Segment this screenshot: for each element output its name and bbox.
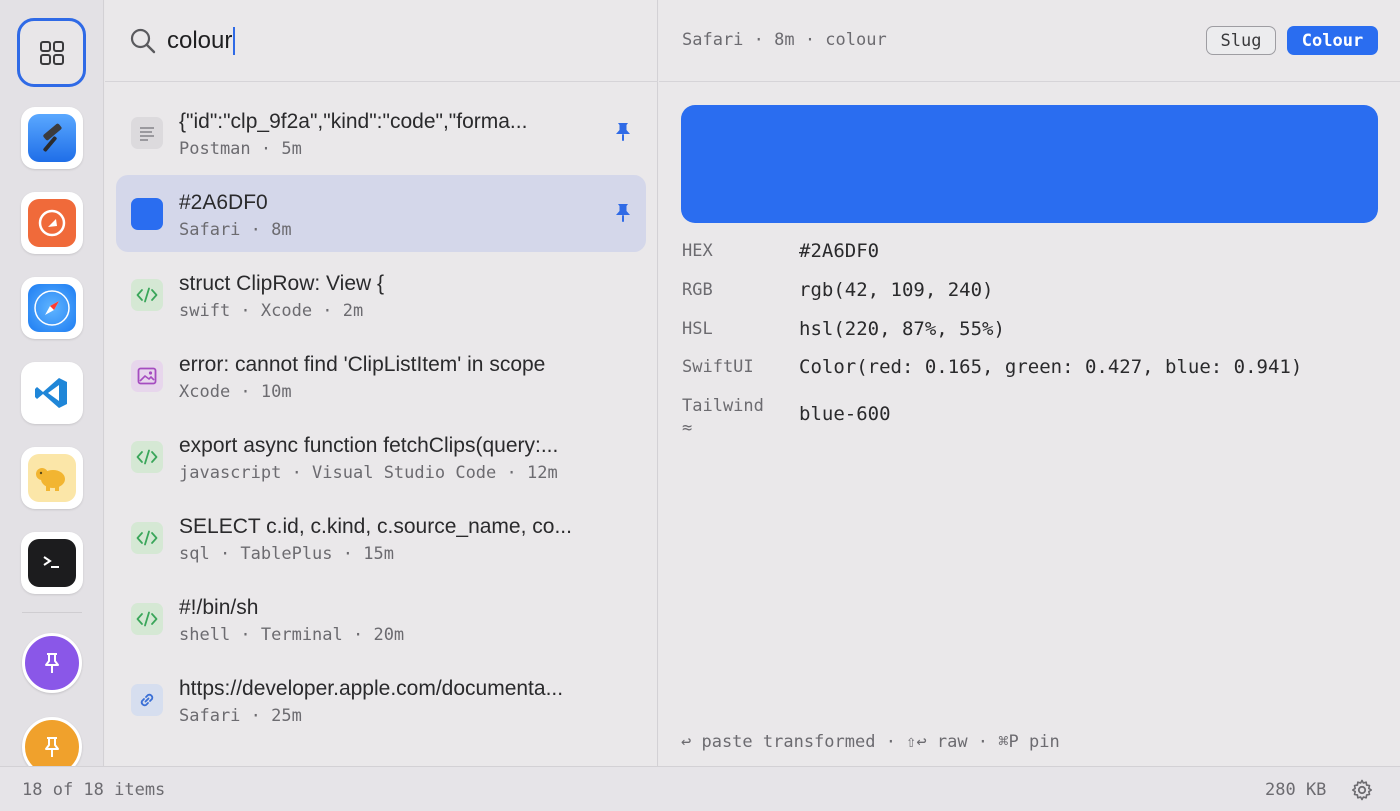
clip-meta: Xcode · 10m	[179, 382, 292, 402]
property-value[interactable]: rgb(42, 109, 240)	[799, 279, 993, 301]
clip-row[interactable]: export async function fetchClips(query:.…	[116, 418, 646, 495]
pin-icon	[45, 653, 59, 673]
text-caret	[233, 27, 236, 55]
property-value[interactable]: hsl(220, 87%, 55%)	[799, 318, 1005, 340]
safari-icon	[28, 284, 76, 332]
property-value[interactable]: Color(red: 0.165, green: 0.427, blue: 0.…	[799, 356, 1302, 378]
property-label: RGB	[682, 280, 713, 300]
filter-postman-button[interactable]	[21, 192, 83, 254]
filter-safari-button[interactable]	[21, 277, 83, 339]
clip-title: SELECT c.id, c.kind, c.source_name, co..…	[179, 515, 572, 538]
pin-icon[interactable]	[614, 202, 632, 229]
clip-title: {"id":"clp_9f2a","kind":"code","forma...	[179, 110, 528, 133]
property-label: SwiftUI	[682, 357, 754, 377]
sidebar-divider	[22, 612, 82, 613]
code-icon	[131, 441, 163, 473]
clip-list-pane: colour {"id":"clp_9f2a","kind":"code","f…	[105, 0, 658, 766]
code-icon	[131, 603, 163, 635]
image-icon	[131, 360, 163, 392]
clip-meta: swift · Xcode · 2m	[179, 301, 364, 321]
status-bar: 18 of 18 items 280 KB	[0, 766, 1400, 811]
clip-row[interactable]: #!/bin/sh shell · Terminal · 20m	[116, 580, 646, 657]
search-query: colour	[167, 27, 233, 54]
property-value[interactable]: #2A6DF0	[799, 240, 879, 262]
detail-header: Safari · 8m · colour Slug Colour	[659, 0, 1400, 82]
filter-all-button[interactable]	[17, 18, 86, 87]
clip-row[interactable]: error: cannot find 'ClipListItem' in sco…	[116, 337, 646, 414]
clip-meta: Safari · 25m	[179, 706, 302, 726]
color-swatch-icon	[131, 198, 163, 230]
search-bar: colour	[105, 0, 658, 82]
text-icon	[131, 117, 163, 149]
pin-icon[interactable]	[614, 121, 632, 148]
search-icon	[130, 28, 156, 54]
clip-meta: Postman · 5m	[179, 139, 302, 159]
colour-swatch	[681, 105, 1378, 223]
property-label: HEX	[682, 241, 713, 261]
clip-meta: Safari · 8m	[179, 220, 292, 240]
gear-icon[interactable]	[1350, 778, 1374, 802]
code-icon	[131, 522, 163, 554]
detail-meta: Safari · 8m · colour	[682, 30, 887, 50]
pin-icon	[45, 737, 59, 757]
clip-title: struct ClipRow: View {	[179, 272, 385, 295]
postman-icon	[28, 199, 76, 247]
pinned-collection-purple[interactable]	[22, 633, 82, 693]
pinned-collection-orange[interactable]	[22, 717, 82, 766]
grid-icon	[39, 40, 64, 65]
clip-title: https://developer.apple.com/documenta...	[179, 677, 564, 700]
slug-transform-button[interactable]: Slug	[1206, 26, 1276, 55]
clip-row[interactable]: #2A6DF0 Safari · 8m	[116, 175, 646, 252]
xcode-icon	[28, 114, 76, 162]
vscode-icon	[28, 369, 76, 417]
property-label: Tailwind ≈	[682, 396, 764, 438]
clip-row[interactable]: struct ClipRow: View { swift · Xcode · 2m	[116, 256, 646, 333]
clip-meta: javascript · Visual Studio Code · 12m	[179, 463, 558, 483]
source-sidebar	[0, 0, 104, 766]
colour-transform-button[interactable]: Colour	[1287, 26, 1378, 55]
clip-title: error: cannot find 'ClipListItem' in sco…	[179, 353, 546, 376]
detail-pane: Safari · 8m · colour Slug Colour HEX #2A6…	[659, 0, 1400, 766]
filter-vscode-button[interactable]	[21, 362, 83, 424]
tableplus-icon	[28, 454, 76, 502]
link-icon	[131, 684, 163, 716]
storage-size: 280 KB	[1265, 780, 1327, 800]
filter-tableplus-button[interactable]	[21, 447, 83, 509]
filter-xcode-button[interactable]	[21, 107, 83, 169]
code-icon	[131, 279, 163, 311]
filter-terminal-button[interactable]	[21, 532, 83, 594]
clip-row[interactable]: SELECT c.id, c.kind, c.source_name, co..…	[116, 499, 646, 576]
search-input[interactable]: colour	[167, 24, 236, 58]
clip-row[interactable]: {"id":"clp_9f2a","kind":"code","forma...…	[116, 94, 646, 171]
property-label: HSL	[682, 319, 713, 339]
clip-meta: shell · Terminal · 20m	[179, 625, 405, 645]
clip-title: #2A6DF0	[179, 191, 268, 214]
clip-meta: sql · TablePlus · 15m	[179, 544, 394, 564]
clip-title: export async function fetchClips(query:.…	[179, 434, 559, 457]
keyboard-hints: ↩ paste transformed · ⇧↩ raw · ⌘P pin	[681, 732, 1060, 752]
terminal-icon	[28, 539, 76, 587]
clip-title: #!/bin/sh	[179, 596, 259, 619]
property-value[interactable]: blue-600	[799, 403, 891, 425]
clip-row[interactable]: https://developer.apple.com/documenta...…	[116, 661, 646, 738]
item-count: 18 of 18 items	[22, 780, 166, 800]
